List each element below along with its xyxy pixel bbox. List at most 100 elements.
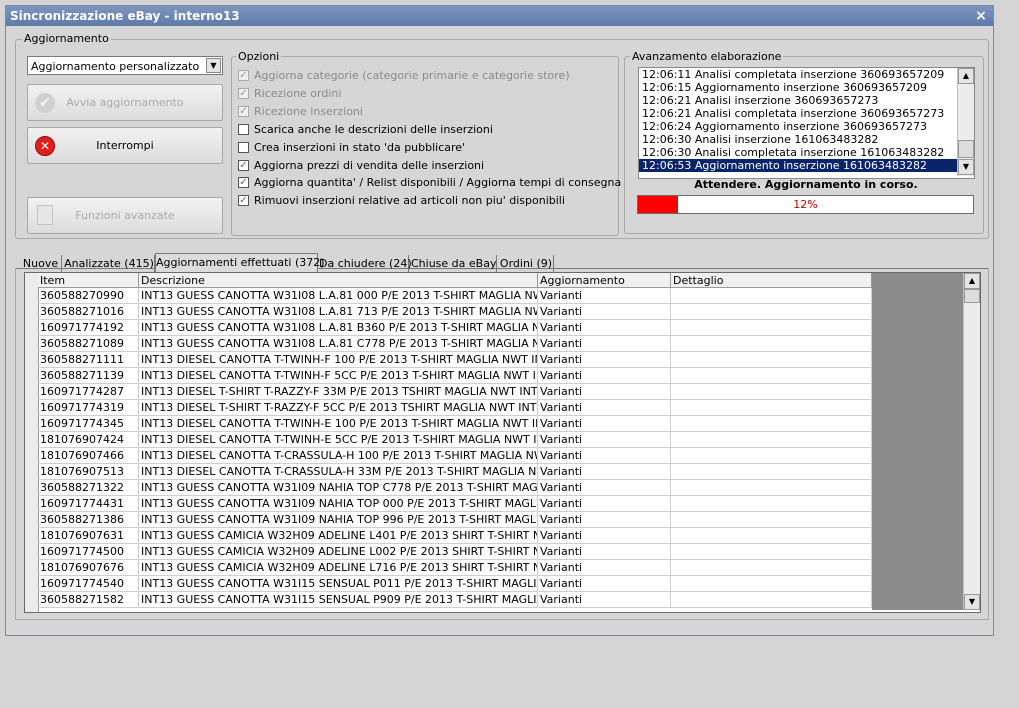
sync-window: Sincronizzazione eBay - interno13 × Aggi…	[5, 5, 994, 636]
cell-item: 181076907631	[38, 528, 139, 544]
option-label: Aggiorna prezzi di vendita delle inserzi…	[254, 158, 485, 172]
table-row[interactable]: 160971774540 INT13 GUESS CANOTTA W31I15 S…	[38, 576, 886, 592]
cell-dettaglio	[671, 480, 872, 496]
log-entry[interactable]: 12:06:24 Aggiornamento inserzione 360693…	[639, 120, 958, 133]
close-button[interactable]: ×	[972, 7, 990, 25]
table-row[interactable]: 360588271322 INT13 GUESS CANOTTA W31I09 N…	[38, 480, 886, 496]
column-header-dettaglio[interactable]: Dettaglio	[671, 273, 872, 288]
table-row[interactable]: 160971774287 INT13 DIESEL T-SHIRT T-RAZZY…	[38, 384, 886, 400]
scroll-down-icon[interactable]: ▼	[958, 159, 974, 175]
cell-dettaglio	[671, 400, 872, 416]
status-text: Attendere. Aggiornamento in corso.	[694, 178, 918, 191]
table-row[interactable]: 160971774345 INT13 DIESEL CANOTTA T-TWINH…	[38, 416, 886, 432]
cell-aggiornamento: Varianti	[538, 528, 671, 544]
cell-dettaglio	[671, 336, 872, 352]
option-label: Crea inserzioni in stato 'da pubblicare'	[254, 140, 466, 154]
cell-descrizione: INT13 DIESEL CANOTTA T-TWINH-E 100 P/E 2…	[139, 416, 538, 432]
cell-descrizione: INT13 DIESEL T-SHIRT T-RAZZY-F 33M P/E 2…	[139, 384, 538, 400]
scroll-thumb[interactable]	[958, 140, 974, 158]
table-row[interactable]: 360588271016 INT13 GUESS CANOTTA W31I08 L…	[38, 304, 886, 320]
log-entry[interactable]: 12:06:30 Analisi completata inserzione 1…	[639, 146, 958, 159]
items-grid[interactable]: Item Descrizione Aggiornamento Dettaglio…	[24, 272, 981, 613]
grid-scroll-thumb[interactable]	[964, 289, 980, 303]
checkbox-checked-icon: ✓	[238, 70, 249, 81]
log-list[interactable]: 12:06:11 Analisi completata inserzione 3…	[638, 67, 975, 179]
cell-dettaglio	[671, 576, 872, 592]
checkbox-checked-icon[interactable]: ✓	[238, 159, 249, 171]
log-entry[interactable]: 12:06:21 Analisi completata inserzione 3…	[639, 107, 958, 120]
grid-scroll-down-icon[interactable]: ▼	[964, 594, 980, 610]
cell-aggiornamento: Varianti	[538, 336, 671, 352]
log-entry[interactable]: 12:06:53 Aggiornamento inserzione 161063…	[639, 159, 958, 172]
cell-item: 160971774345	[38, 416, 139, 432]
cell-item: 360588271016	[38, 304, 139, 320]
cell-dettaglio	[671, 560, 872, 576]
cell-item: 360588271111	[38, 352, 139, 368]
cell-item: 181076907513	[38, 464, 139, 480]
chevron-down-icon[interactable]: ▼	[206, 58, 221, 73]
advanced-functions-button[interactable]: Funzioni avanzate	[27, 197, 223, 234]
cell-aggiornamento: Varianti	[538, 400, 671, 416]
grid-scroll-up-icon[interactable]: ▲	[964, 273, 980, 289]
window-title: Sincronizzazione eBay - interno13	[10, 9, 240, 23]
table-row[interactable]: 160971774431 INT13 GUESS CANOTTA W31I09 N…	[38, 496, 886, 512]
log-entry[interactable]: 12:06:30 Analisi inserzione 161063483282	[639, 133, 958, 146]
table-row[interactable]: 160971774192 INT13 GUESS CANOTTA W31I08 L…	[38, 320, 886, 336]
table-row[interactable]: 360588271139 INT13 DIESEL CANOTTA T-TWINH…	[38, 368, 886, 384]
cell-dettaglio	[671, 528, 872, 544]
cell-aggiornamento: Varianti	[538, 512, 671, 528]
checkbox-checked-icon[interactable]: ✓	[238, 177, 249, 189]
column-header-item[interactable]: Item	[38, 273, 139, 288]
table-row[interactable]: 360588271386 INT13 GUESS CANOTTA W31I09 N…	[38, 512, 886, 528]
table-row[interactable]: 360588271089 INT13 GUESS CANOTTA W31I08 L…	[38, 336, 886, 352]
option-label: Scarica anche le descrizioni delle inser…	[254, 122, 493, 136]
cell-descrizione: INT13 DIESEL CANOTTA T-TWINH-E 5CC P/E 2…	[139, 432, 538, 448]
checkbox-checked-icon[interactable]: ✓	[238, 195, 249, 207]
grid-scrollbar[interactable]: ▲ ▼	[963, 273, 980, 610]
checkbox-checked-icon: ✓	[238, 87, 249, 99]
cell-descrizione: INT13 GUESS CANOTTA W31I08 L.A.81 713 P/…	[139, 304, 538, 320]
table-row[interactable]: 360588270990 INT13 GUESS CANOTTA W31I08 L…	[38, 288, 886, 304]
start-update-label: Avvia aggiornamento	[66, 96, 184, 109]
table-row[interactable]: 160971774500 INT13 GUESS CAMICIA W32H09 A…	[38, 544, 886, 560]
aggiornamento-legend: Aggiornamento	[22, 32, 111, 45]
checkbox-icon[interactable]	[238, 141, 249, 153]
table-row[interactable]: 360588271582 INT13 GUESS CANOTTA W31I15 S…	[38, 592, 886, 608]
log-entry[interactable]: 12:06:15 Aggiornamento inserzione 360693…	[639, 81, 958, 94]
cell-aggiornamento: Varianti	[538, 496, 671, 512]
cell-aggiornamento: Varianti	[538, 464, 671, 480]
checkbox-icon[interactable]	[238, 123, 249, 135]
cell-item: 181076907466	[38, 448, 139, 464]
option-label: Ricezione inserzioni	[254, 104, 363, 118]
cell-aggiornamento: Varianti	[538, 288, 671, 304]
stop-button[interactable]: ✕ Interrompi	[27, 127, 223, 164]
log-entry[interactable]: 12:06:21 Analisi inserzione 360693657273	[639, 94, 958, 107]
table-row[interactable]: 181076907513 INT13 DIESEL CANOTTA T-CRASS…	[38, 464, 886, 480]
table-row[interactable]: 160971774319 INT13 DIESEL T-SHIRT T-RAZZY…	[38, 400, 886, 416]
cell-aggiornamento: Varianti	[538, 304, 671, 320]
cell-dettaglio	[671, 544, 872, 560]
log-entry[interactable]: 12:06:11 Analisi completata inserzione 3…	[639, 68, 958, 81]
cell-descrizione: INT13 GUESS CAMICIA W32H09 ADELINE L002 …	[139, 544, 538, 560]
advanced-functions-label: Funzioni avanzate	[75, 209, 175, 222]
table-row[interactable]: 181076907631 INT13 GUESS CAMICIA W32H09 A…	[38, 528, 886, 544]
cell-item: 360588271582	[38, 592, 139, 608]
progress-bar: 12%	[637, 195, 974, 214]
checkbox-checked-icon: ✓	[238, 105, 249, 117]
cell-descrizione: INT13 GUESS CAMICIA W32H09 ADELINE L716 …	[139, 560, 538, 576]
cell-dettaglio	[671, 432, 872, 448]
mode-select[interactable]: Aggiornamento personalizzato ▼	[27, 56, 223, 75]
title-bar[interactable]: Sincronizzazione eBay - interno13 ×	[6, 6, 993, 26]
table-row[interactable]: 181076907466 INT13 DIESEL CANOTTA T-CRASS…	[38, 448, 886, 464]
options-legend: Opzioni	[236, 50, 282, 63]
table-row[interactable]: 181076907424 INT13 DIESEL CANOTTA T-TWINH…	[38, 432, 886, 448]
table-row[interactable]: 181076907676 INT13 GUESS CAMICIA W32H09 A…	[38, 560, 886, 576]
start-update-button[interactable]: ✔ Avvia aggiornamento	[27, 84, 223, 121]
column-header-aggiornamento[interactable]: Aggiornamento	[538, 273, 671, 288]
table-row[interactable]: 360588271111 INT13 DIESEL CANOTTA T-TWINH…	[38, 352, 886, 368]
options-list: ✓ Aggiorna categorie (categorie primarie …	[238, 69, 621, 211]
log-scrollbar[interactable]: ▲ ▼	[957, 68, 974, 176]
scroll-up-icon[interactable]: ▲	[958, 68, 974, 84]
option-label: Aggiorna quantita' / Relist disponibili …	[254, 176, 622, 190]
column-header-descrizione[interactable]: Descrizione	[139, 273, 538, 288]
